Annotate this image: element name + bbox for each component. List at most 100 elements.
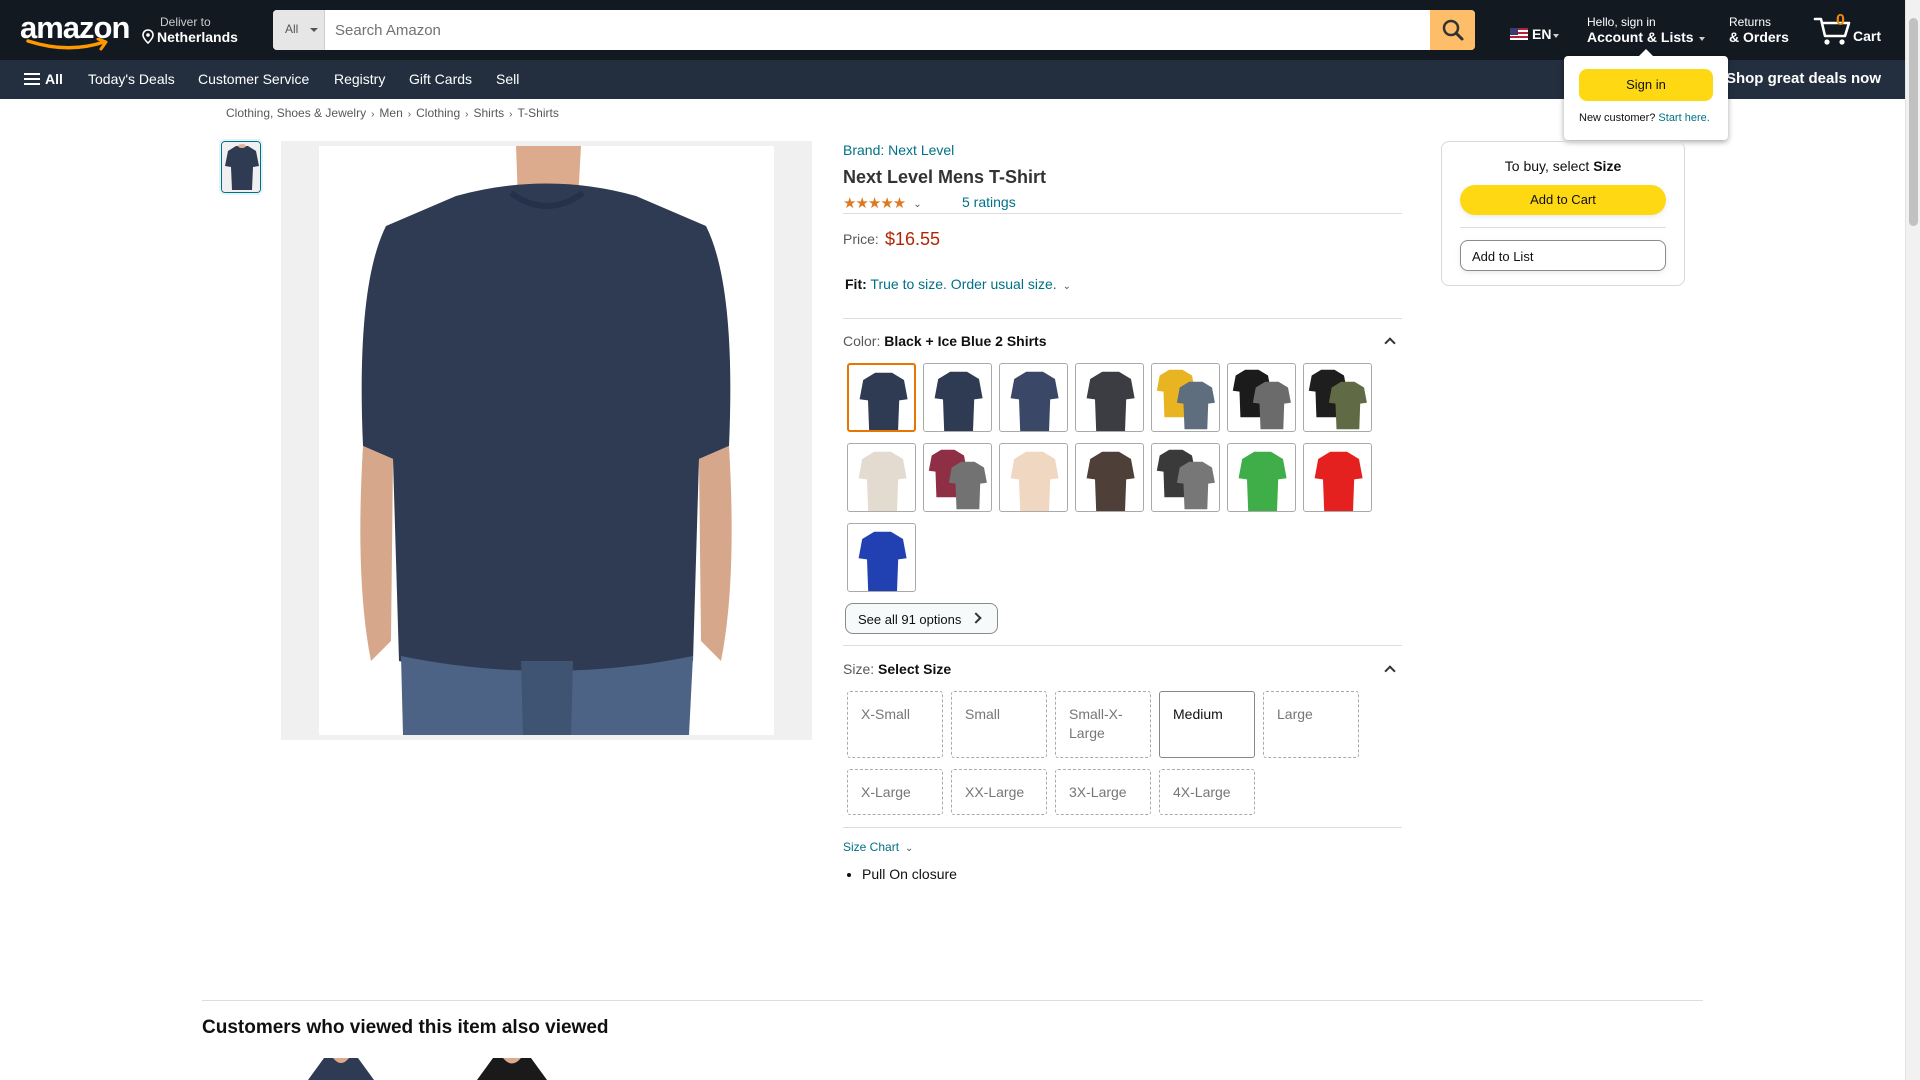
main-product-image[interactable] xyxy=(281,141,812,740)
tshirt-model-image xyxy=(281,141,812,740)
tshirt-swatch-image xyxy=(934,371,983,431)
orders-label: & Orders xyxy=(1729,29,1789,45)
color-swatch[interactable] xyxy=(999,363,1068,432)
color-swatch[interactable] xyxy=(1227,443,1296,512)
size-option-x-large[interactable]: X-Large xyxy=(847,769,943,815)
language-selector[interactable]: EN xyxy=(1510,26,1560,42)
size-option-x-small[interactable]: X-Small xyxy=(847,691,943,758)
amazon-logo[interactable]: amazon xyxy=(20,12,130,51)
size-option-xx-large[interactable]: XX-Large xyxy=(951,769,1047,815)
buy-box-prompt-bold: Size xyxy=(1593,158,1622,174)
nav-customer-service[interactable]: Customer Service xyxy=(198,71,309,87)
caret-down-icon xyxy=(1553,34,1560,38)
collapse-size-icon[interactable] xyxy=(1383,662,1397,676)
nav-todays-deals[interactable]: Today's Deals xyxy=(88,71,175,87)
tshirt-swatch-image xyxy=(1308,369,1367,430)
also-viewed-heading: Customers who viewed this item also view… xyxy=(202,1017,609,1038)
breadcrumb-item[interactable]: Shirts xyxy=(473,106,504,120)
cart-button[interactable]: 0 Cart xyxy=(1813,12,1883,48)
brand-link[interactable]: Brand: Next Level xyxy=(843,142,954,158)
returns-orders[interactable]: Returns & Orders xyxy=(1729,15,1789,45)
fit-row: Fit: True to size. Order usual size. ⌄ xyxy=(845,276,1071,292)
tshirt-swatch-image xyxy=(1156,369,1215,430)
color-swatch[interactable] xyxy=(1075,443,1144,512)
size-option-medium[interactable]: Medium xyxy=(1159,691,1255,758)
tshirt-swatch-image xyxy=(858,531,907,591)
carousel-item-image[interactable] xyxy=(296,1058,386,1080)
image-thumbnail[interactable] xyxy=(221,141,261,193)
ratings-count-link[interactable]: 5 ratings xyxy=(962,194,1016,210)
size-option-small-x-large[interactable]: Small-X-Large xyxy=(1055,691,1151,758)
fit-label: Fit: xyxy=(845,276,867,292)
tshirt-product-image xyxy=(308,1058,374,1080)
size-option-3x-large[interactable]: 3X-Large xyxy=(1055,769,1151,815)
color-swatch[interactable] xyxy=(923,363,992,432)
tshirt-product-image xyxy=(477,1058,547,1080)
signin-button[interactable]: Sign in xyxy=(1579,69,1713,101)
deliver-to[interactable]: Deliver to Netherlands xyxy=(142,15,238,45)
top-nav: amazon Deliver to Netherlands All EN Hel… xyxy=(0,0,1905,60)
search-input[interactable] xyxy=(325,10,1422,50)
nav-shop-deals[interactable]: Shop great deals now xyxy=(1726,71,1881,87)
breadcrumb-item[interactable]: Clothing, Shoes & Jewelry xyxy=(226,106,366,120)
feature-bullets: Pull On closure xyxy=(862,866,957,882)
language-label: EN xyxy=(1532,26,1552,42)
collapse-color-icon[interactable] xyxy=(1383,334,1397,348)
search-category-label: All xyxy=(285,22,299,36)
breadcrumb-item[interactable]: Clothing xyxy=(416,106,460,120)
size-chart-link[interactable]: Size Chart ⌄ xyxy=(843,840,913,854)
start-here-link[interactable]: Start here. xyxy=(1658,112,1709,124)
tshirt-swatch-image xyxy=(1086,371,1135,431)
hamburger-icon xyxy=(24,73,40,85)
color-swatch[interactable] xyxy=(1227,363,1296,432)
chevron-right-icon: › xyxy=(371,109,375,120)
divider xyxy=(1460,227,1666,228)
chevron-right-icon: › xyxy=(465,109,469,120)
account-lists[interactable]: Hello, sign in Account & Lists xyxy=(1587,15,1706,45)
color-swatch[interactable] xyxy=(847,443,916,512)
star-rating-icon[interactable]: ★★★★★ xyxy=(843,195,906,212)
fit-value-link[interactable]: True to size. Order usual size. xyxy=(870,276,1056,292)
size-option-4x-large[interactable]: 4X-Large xyxy=(1159,769,1255,815)
chevron-down-icon[interactable]: ⌄ xyxy=(913,199,921,210)
divider xyxy=(843,318,1402,319)
color-swatch[interactable] xyxy=(1303,443,1372,512)
size-option-large[interactable]: Large xyxy=(1263,691,1359,758)
divider xyxy=(202,1000,1703,1001)
add-to-cart-button[interactable]: Add to Cart xyxy=(1460,185,1666,215)
tshirt-thumbnail-image xyxy=(222,142,260,192)
breadcrumb-item[interactable]: Men xyxy=(379,106,402,120)
color-swatch[interactable] xyxy=(1151,443,1220,512)
tshirt-swatch-image xyxy=(1238,451,1287,511)
cart-label: Cart xyxy=(1853,28,1882,44)
nav-gift-cards[interactable]: Gift Cards xyxy=(409,71,472,87)
chevron-down-icon: ⌄ xyxy=(905,843,914,854)
color-swatch[interactable] xyxy=(1303,363,1372,432)
carousel-item-image[interactable] xyxy=(467,1058,557,1080)
add-to-list-button[interactable]: Add to List xyxy=(1460,240,1666,271)
all-menu-button[interactable]: All xyxy=(24,71,63,87)
size-option-small[interactable]: Small xyxy=(951,691,1047,758)
page-scrollbar[interactable] xyxy=(1905,0,1920,1080)
divider xyxy=(843,645,1402,646)
nav-sell[interactable]: Sell xyxy=(496,71,519,87)
color-swatch[interactable] xyxy=(1075,363,1144,432)
scrollbar-thumb[interactable] xyxy=(1909,18,1918,226)
tshirt-swatch-image xyxy=(1314,451,1363,511)
search-category-dropdown[interactable]: All xyxy=(273,10,325,50)
buy-box-prompt-text: To buy, select xyxy=(1504,158,1590,174)
see-all-options-button[interactable]: See all 91 options xyxy=(845,603,998,634)
color-swatch[interactable] xyxy=(1151,363,1220,432)
tshirt-swatch-image xyxy=(1086,451,1135,511)
chevron-down-icon[interactable]: ⌄ xyxy=(1063,281,1071,292)
search-button[interactable] xyxy=(1430,10,1475,50)
nav-registry[interactable]: Registry xyxy=(334,71,385,87)
rating-row: ★★★★★ ⌄ 5 ratings xyxy=(843,194,1016,212)
color-swatch[interactable] xyxy=(999,443,1068,512)
breadcrumb-item[interactable]: T-Shirts xyxy=(518,106,559,120)
color-swatch[interactable] xyxy=(847,523,916,592)
color-swatch[interactable] xyxy=(923,443,992,512)
color-swatch[interactable] xyxy=(847,363,916,432)
buy-box-prompt: To buy, select Size xyxy=(1442,158,1684,174)
deliver-to-country: Netherlands xyxy=(157,29,238,45)
